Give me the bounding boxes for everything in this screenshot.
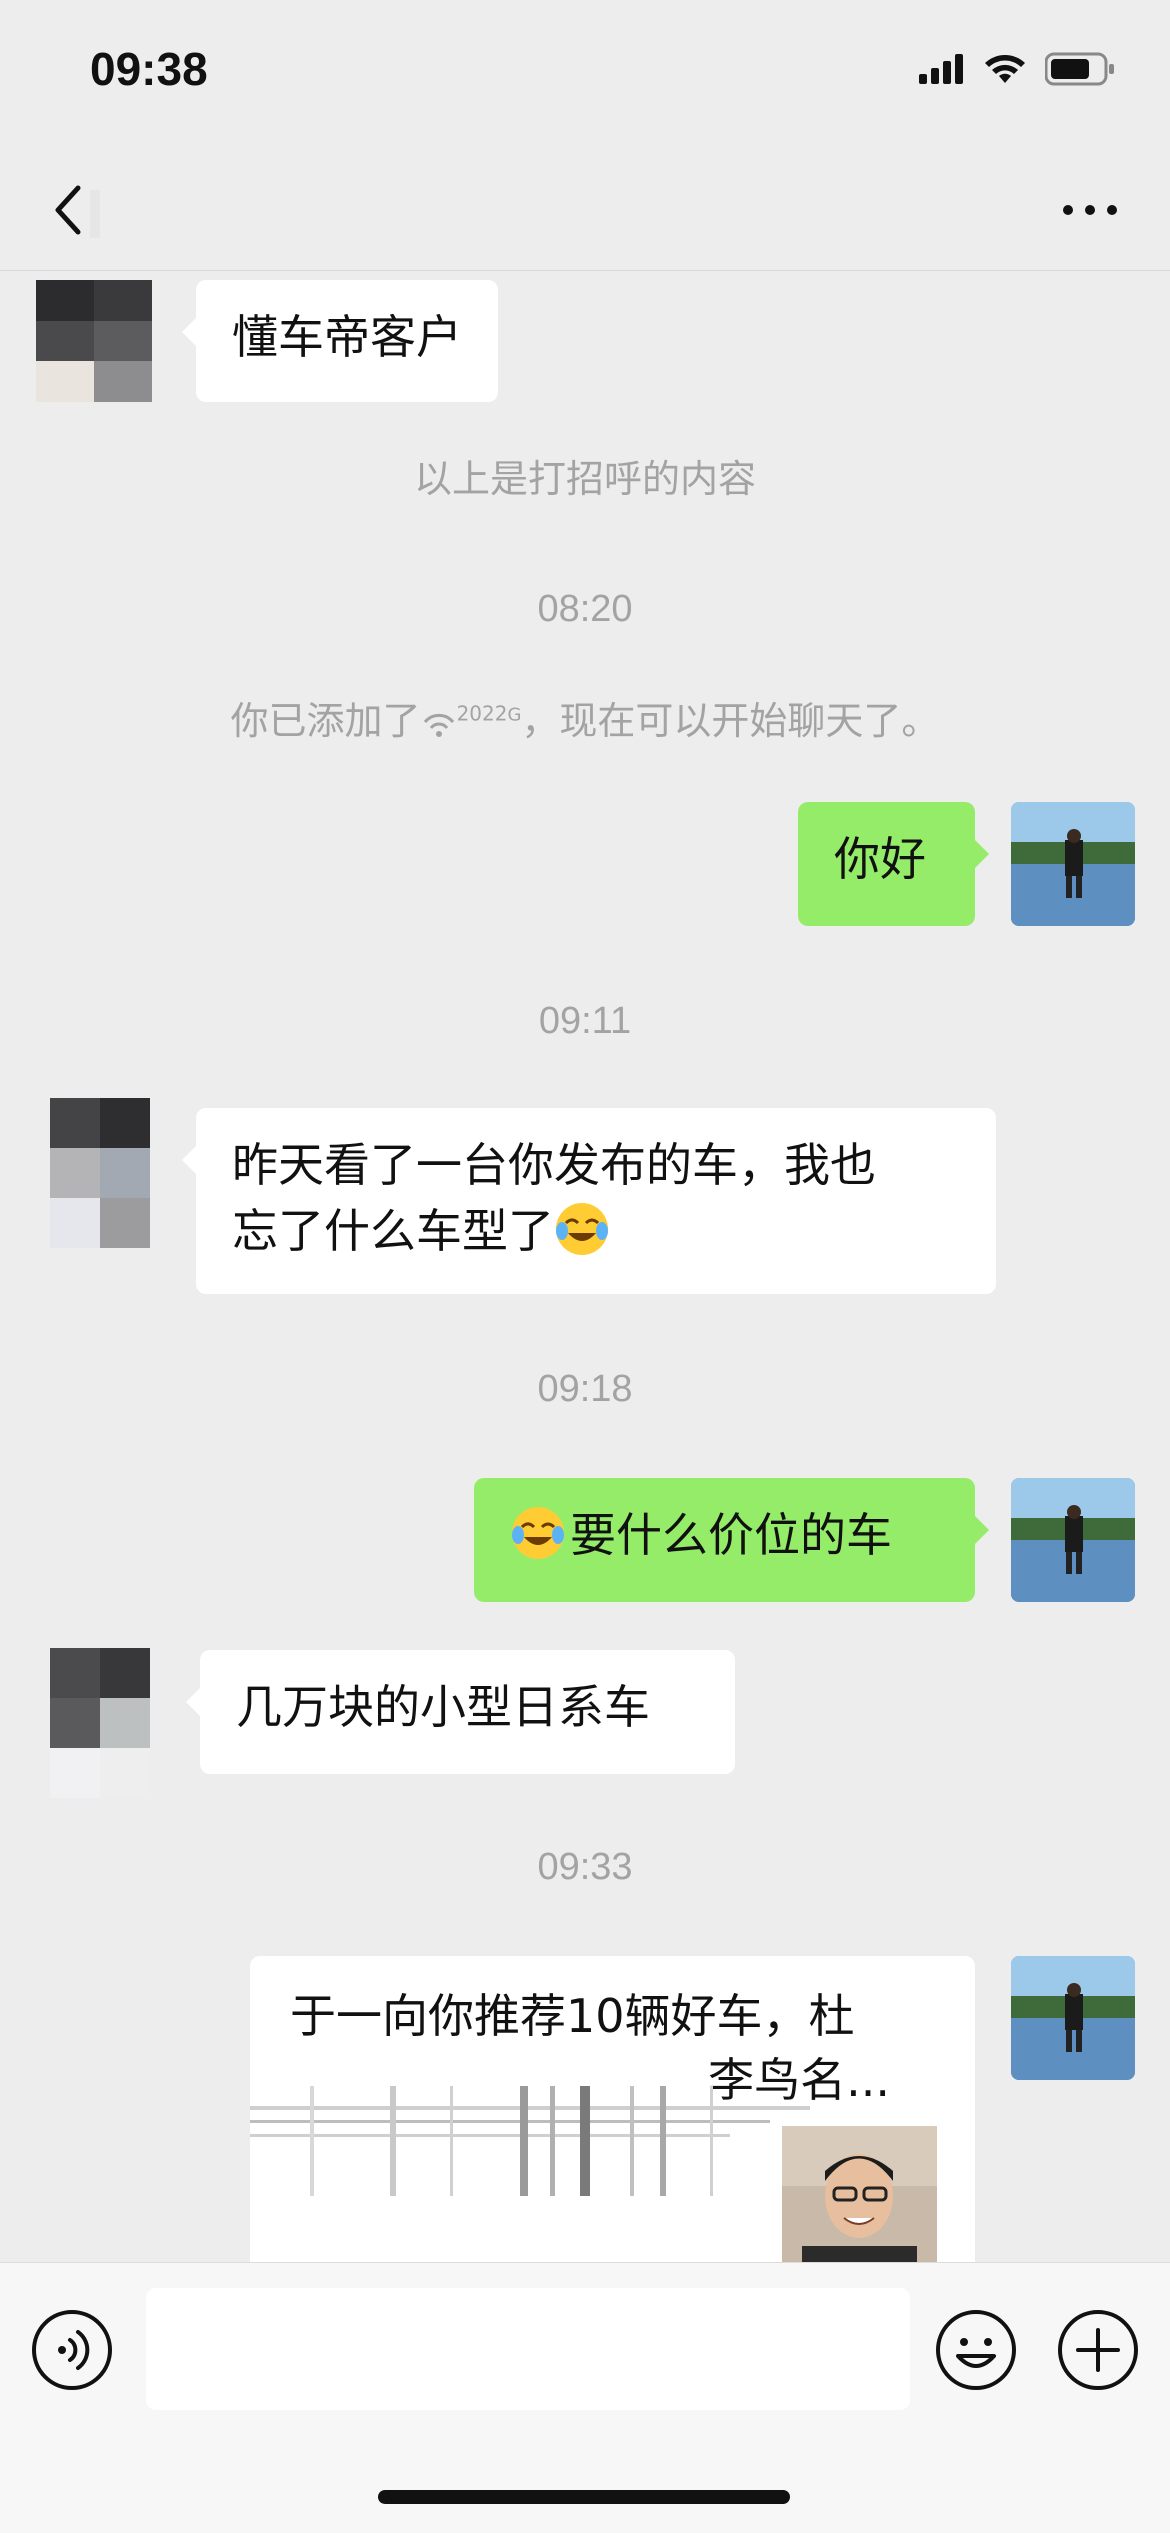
crying-laughing-emoji-icon (512, 1507, 564, 1559)
voice-icon[interactable] (30, 2308, 114, 2392)
chat-title (90, 190, 100, 238)
contact-nickname-suffix: G (507, 704, 522, 726)
contact-nickname: 2022 (456, 701, 508, 726)
plus-circle-icon[interactable] (1056, 2308, 1140, 2392)
home-indicator (378, 2490, 790, 2504)
battery-icon (1045, 52, 1114, 86)
link-card-title-line1: 于一向你推荐10辆好车，杜 (290, 1989, 855, 2043)
wifi-icon (985, 55, 1025, 83)
smiley-icon[interactable] (934, 2308, 1018, 2392)
my-avatar[interactable] (1011, 1478, 1135, 1602)
status-bar: 09:38 (0, 0, 1170, 150)
timestamp: 09:18 (537, 1368, 633, 1410)
system-message: 以上是打招呼的内容 (413, 457, 756, 501)
timestamp: 09:11 (538, 1000, 632, 1042)
incoming-message[interactable]: 懂车帝客户 (182, 280, 498, 402)
message-text-line1: 昨天看了一台你发布的车，我也 (232, 1138, 876, 1192)
timestamp: 09:33 (537, 1846, 633, 1888)
message-text-line2: 忘了什么车型了 (232, 1204, 554, 1258)
incoming-message[interactable]: 昨天看了一台你发布的车，我也 忘了什么车型了 (182, 1108, 996, 1294)
incoming-message[interactable]: 几万块的小型日系车 (186, 1650, 735, 1774)
status-icons (919, 52, 1115, 86)
system-prefix: 你已添加了 (230, 699, 421, 743)
crying-laughing-emoji-icon (556, 1203, 608, 1255)
message-text: 要什么价位的车 (570, 1508, 892, 1562)
chat-area[interactable]: 懂车帝客户 以上是打招呼的内容 08:20 你已添加了 2022G，现在可以开始聊… (0, 272, 1170, 2262)
cellular-signal-icon (919, 54, 963, 84)
more-icon[interactable] (1060, 200, 1120, 220)
message-text: 几万块的小型日系车 (236, 1680, 650, 1734)
wifi-nickname-icon (423, 713, 454, 737)
contact-avatar[interactable] (36, 280, 152, 402)
navigation-bar (0, 150, 1170, 271)
message-input[interactable] (146, 2288, 910, 2410)
link-card-message[interactable]: 于一向你推荐10辆好车，杜 李鸟名... (250, 1956, 975, 2262)
outgoing-message[interactable]: 要什么价位的车 (474, 1478, 989, 1602)
my-avatar[interactable] (1011, 802, 1135, 926)
status-time: 09:38 (90, 43, 208, 95)
link-card-thumbnail (782, 2126, 937, 2262)
my-avatar[interactable] (1011, 1956, 1135, 2080)
message-text: 懂车帝客户 (232, 310, 462, 364)
contact-avatar[interactable] (50, 1648, 150, 1798)
system-message-added: 你已添加了 2022G，现在可以开始聊天了。 (0, 690, 1170, 745)
outgoing-message[interactable]: 你好 (798, 802, 989, 926)
glitch-overlay (250, 2086, 810, 2196)
system-suffix: ，现在可以开始聊天了。 (521, 699, 940, 743)
timestamp: 08:20 (537, 588, 633, 630)
contact-avatar[interactable] (50, 1098, 150, 1248)
message-text: 你好 (834, 832, 926, 886)
